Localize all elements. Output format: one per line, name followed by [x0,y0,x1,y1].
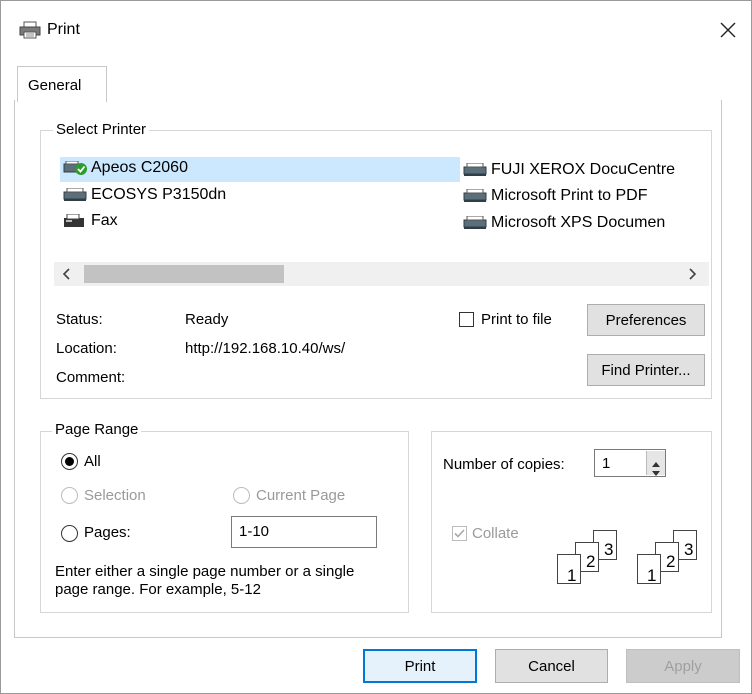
scroll-left-arrow-icon[interactable] [60,267,74,281]
printer-item-label: FUJI XEROX DocuCentre [491,161,676,178]
collate-digit-1: 1 [647,566,657,585]
printer-item-label: ECOSYS P3150dn [91,186,227,203]
collate-label: Collate [472,525,519,542]
find-printer-button[interactable]: Find Printer... [587,354,705,386]
collate-digit-3: 3 [684,540,694,559]
page-range-help-line2: page range. For example, 5-12 [55,581,261,598]
printer-item-ms-pdf[interactable]: Microsoft Print to PDF [463,187,709,205]
spin-up-icon[interactable] [651,455,661,467]
radio-pages-label: Pages: [84,524,131,541]
radio-all[interactable] [61,453,78,470]
title-bar [1,1,751,61]
pages-input[interactable]: 1-10 [231,516,377,548]
printer-item-ms-xps[interactable]: Microsoft XPS Documen [463,214,709,232]
close-icon[interactable] [718,20,738,40]
radio-pages[interactable] [61,525,78,542]
printer-item-label: Microsoft XPS Documen [491,214,666,231]
apply-button[interactable]: Apply [626,649,740,683]
comment-label: Comment: [56,369,126,386]
preferences-button[interactable]: Preferences [587,304,705,336]
collate-checkbox[interactable] [452,526,467,541]
tab-general-label: General [28,77,82,94]
page-range-legend: Page Range [52,421,142,438]
network-printer-icon [463,188,488,203]
radio-selection-label: Selection [84,487,146,504]
select-printer-legend: Select Printer [53,121,150,138]
collate-digit-1: 1 [567,566,577,585]
cancel-button[interactable]: Cancel [495,649,608,683]
printer-item-fax[interactable]: Fax [63,212,118,230]
printer-item-fuji-xerox[interactable]: FUJI XEROX DocuCentre [463,161,709,179]
network-printer-ready-icon [63,160,88,176]
network-printer-icon [463,215,488,230]
collate-digit-2: 2 [586,552,596,571]
network-printer-icon [463,162,488,177]
scroll-thumb[interactable] [84,265,284,283]
status-label: Status: [56,311,103,328]
collate-illustration-set-1: 1 2 3 [553,530,633,590]
collate-digit-2: 2 [666,552,676,571]
dialog-title: Print [47,21,80,38]
fax-icon [63,213,88,228]
printer-item-apeos[interactable]: Apeos C2060 [63,159,188,179]
copies-spinner[interactable] [646,451,665,476]
printer-item-label: Apeos C2060 [91,159,188,176]
scroll-right-arrow-icon[interactable] [685,267,699,281]
print-button[interactable]: Print [363,649,477,683]
status-value: Ready [185,311,229,328]
location-label: Location: [56,340,117,357]
page-range-help-line1: Enter either a single page number or a s… [55,563,355,580]
spin-down-icon[interactable] [651,464,661,476]
collate-digit-3: 3 [604,540,614,559]
check-icon [454,529,465,538]
location-value: http://192.168.10.40/ws/ [185,340,346,357]
printer-title-icon [19,21,41,39]
printer-item-label: Fax [91,212,118,229]
radio-selection[interactable] [61,487,78,504]
network-printer-icon [63,187,88,202]
print-to-file-label: Print to file [481,311,552,328]
print-to-file-checkbox[interactable] [459,312,474,327]
radio-current-page[interactable] [233,487,250,504]
printer-item-ecosys[interactable]: ECOSYS P3150dn [63,186,226,204]
radio-current-page-label: Current Page [256,487,346,504]
radio-all-label: All [84,453,101,470]
number-of-copies-label: Number of copies: [443,456,565,473]
printer-item-label: Microsoft Print to PDF [491,187,648,204]
collate-illustration-set-2: 1 2 3 [633,530,713,590]
